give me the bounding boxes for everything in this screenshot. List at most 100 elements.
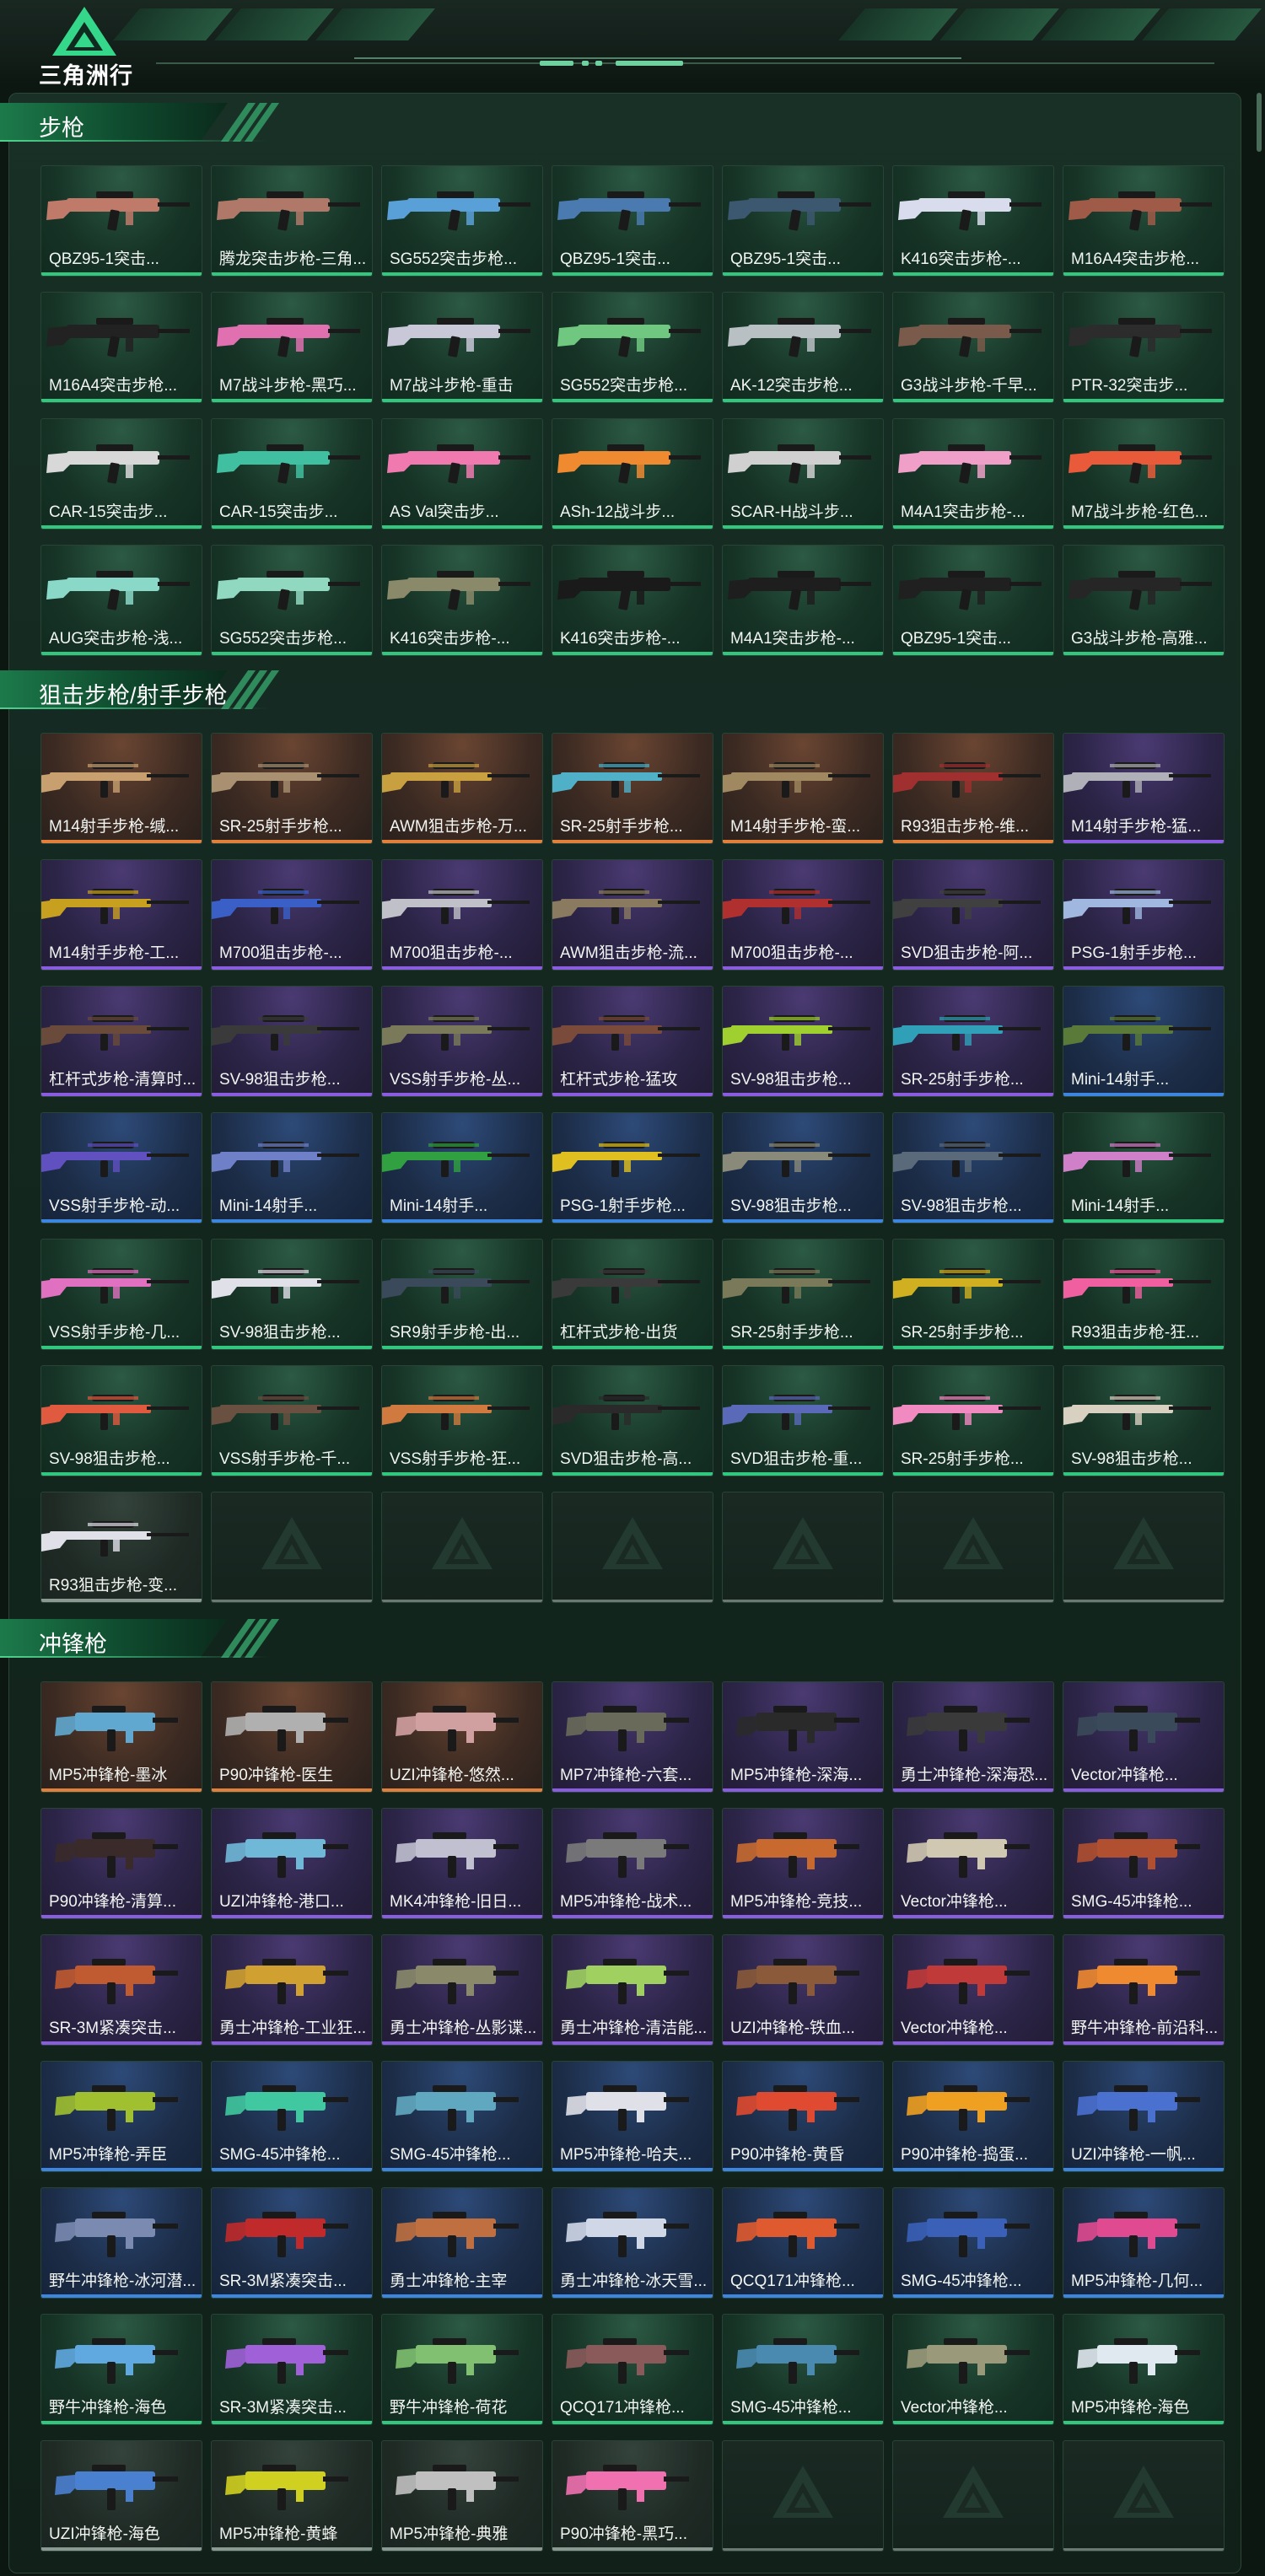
weapon-card[interactable]: SR-3M紧凑突击... (211, 2314, 373, 2425)
weapon-card[interactable]: SG552突击步枪... (381, 165, 543, 277)
weapon-card[interactable]: K416突击步枪-... (552, 545, 713, 656)
weapon-card[interactable]: P90冲锋枪-捣蛋... (892, 2061, 1054, 2172)
weapon-card[interactable]: SR-25射手步枪... (552, 733, 713, 844)
weapon-card[interactable]: PSG-1射手步枪... (1063, 859, 1225, 971)
weapon-card[interactable]: SVD狙击步枪-重... (722, 1365, 884, 1476)
weapon-card[interactable]: MP5冲锋枪-黄蜂 (211, 2440, 373, 2552)
weapon-card[interactable]: UZI冲锋枪-港口... (211, 1808, 373, 1919)
weapon-card[interactable]: ASh-12战斗步... (552, 418, 713, 530)
weapon-card[interactable]: 勇士冲锋枪-主宰 (381, 2187, 543, 2299)
weapon-card[interactable]: QBZ95-1突击... (892, 545, 1054, 656)
weapon-card[interactable]: AUG突击步枪-浅... (40, 545, 202, 656)
weapon-card[interactable]: M4A1突击步枪-... (722, 545, 884, 656)
weapon-card[interactable]: MP5冲锋枪-哈夫... (552, 2061, 713, 2172)
weapon-card[interactable]: Vector冲锋枪... (1063, 1681, 1225, 1793)
weapon-card[interactable]: M14射手步枪-缄... (40, 733, 202, 844)
weapon-card[interactable]: SMG-45冲锋枪... (381, 2061, 543, 2172)
weapon-card[interactable]: SV-98狙击步枪... (211, 986, 373, 1097)
weapon-card[interactable]: QBZ95-1突击... (40, 165, 202, 277)
weapon-card[interactable]: MK4冲锋枪-旧日... (381, 1808, 543, 1919)
weapon-card[interactable]: VSS射手步枪-几... (40, 1239, 202, 1350)
weapon-card[interactable]: AS Val突击步... (381, 418, 543, 530)
weapon-card[interactable]: P90冲锋枪-医生 (211, 1681, 373, 1793)
weapon-card[interactable]: G3战斗步枪-高雅... (1063, 545, 1225, 656)
weapon-card[interactable]: M14射手步枪-工... (40, 859, 202, 971)
weapon-card[interactable]: MP5冲锋枪-战术... (552, 1808, 713, 1919)
weapon-card[interactable]: MP5冲锋枪-几何... (1063, 2187, 1225, 2299)
weapon-card[interactable]: 勇士冲锋枪-深海恐... (892, 1681, 1054, 1793)
weapon-card[interactable]: M7战斗步枪-黑巧... (211, 292, 373, 403)
weapon-card[interactable]: MP5冲锋枪-典雅 (381, 2440, 543, 2552)
weapon-card[interactable]: 野牛冲锋枪-海色 (40, 2314, 202, 2425)
weapon-card[interactable]: SV-98狙击步枪... (40, 1365, 202, 1476)
game-logo[interactable]: 三角洲行动 (34, 3, 152, 121)
weapon-card[interactable]: 勇士冲锋枪-清洁能... (552, 1934, 713, 2046)
weapon-card[interactable]: M700狙击步枪-... (211, 859, 373, 971)
weapon-card[interactable]: P90冲锋枪-清算... (40, 1808, 202, 1919)
weapon-card[interactable]: Mini-14射手... (381, 1112, 543, 1223)
weapon-card[interactable]: PSG-1射手步枪... (552, 1112, 713, 1223)
weapon-card[interactable]: SMG-45冲锋枪... (722, 2314, 884, 2425)
weapon-card[interactable]: SCAR-H战斗步... (722, 418, 884, 530)
weapon-card[interactable]: R93狙击步枪-变... (40, 1492, 202, 1603)
weapon-card[interactable]: 野牛冲锋枪-荷花 (381, 2314, 543, 2425)
weapon-card[interactable]: SMG-45冲锋枪... (1063, 1808, 1225, 1919)
weapon-card[interactable]: UZI冲锋枪-一帆... (1063, 2061, 1225, 2172)
weapon-card[interactable]: SV-98狙击步枪... (1063, 1365, 1225, 1476)
weapon-card[interactable]: MP5冲锋枪-墨冰 (40, 1681, 202, 1793)
weapon-card[interactable]: SR-25射手步枪... (892, 1365, 1054, 1476)
weapon-card[interactable]: M7战斗步枪-红色... (1063, 418, 1225, 530)
weapon-card[interactable]: MP5冲锋枪-弄臣 (40, 2061, 202, 2172)
weapon-card[interactable]: QBZ95-1突击... (722, 165, 884, 277)
weapon-card[interactable]: Vector冲锋枪... (892, 2314, 1054, 2425)
weapon-card[interactable]: SR-25射手步枪... (892, 1239, 1054, 1350)
weapon-card[interactable]: SR-25射手步枪... (722, 1239, 884, 1350)
weapon-card[interactable]: K416突击步枪-... (892, 165, 1054, 277)
weapon-card[interactable]: Vector冲锋枪... (892, 1934, 1054, 2046)
weapon-card[interactable]: SV-98狙击步枪... (211, 1239, 373, 1350)
weapon-card[interactable]: R93狙击步枪-维... (892, 733, 1054, 844)
weapon-card[interactable]: 野牛冲锋枪-冰河潜... (40, 2187, 202, 2299)
weapon-card[interactable]: MP5冲锋枪-海色 (1063, 2314, 1225, 2425)
weapon-card[interactable]: SR-25射手步枪... (892, 986, 1054, 1097)
weapon-card[interactable]: M16A4突击步枪... (1063, 165, 1225, 277)
weapon-card[interactable]: P90冲锋枪-黄昏 (722, 2061, 884, 2172)
weapon-card[interactable]: 野牛冲锋枪-前沿科... (1063, 1934, 1225, 2046)
scrollbar[interactable] (1257, 93, 1262, 152)
weapon-card[interactable]: SMG-45冲锋枪... (892, 2187, 1054, 2299)
weapon-card[interactable]: AWM狙击步枪-万... (381, 733, 543, 844)
weapon-card[interactable]: VSS射手步枪-动... (40, 1112, 202, 1223)
weapon-card[interactable]: K416突击步枪-... (381, 545, 543, 656)
weapon-card[interactable]: UZI冲锋枪-海色 (40, 2440, 202, 2552)
weapon-card[interactable]: MP5冲锋枪-竞技... (722, 1808, 884, 1919)
weapon-card[interactable]: M16A4突击步枪... (40, 292, 202, 403)
weapon-card[interactable]: SR-3M紧凑突击... (40, 1934, 202, 2046)
weapon-card[interactable]: P90冲锋枪-黑巧... (552, 2440, 713, 2552)
weapon-card[interactable]: SR-25射手步枪... (211, 733, 373, 844)
weapon-card[interactable]: QCQ171冲锋枪... (722, 2187, 884, 2299)
weapon-card[interactable]: M700狙击步枪-... (722, 859, 884, 971)
weapon-card[interactable]: 杠杆式步枪-猛攻 (552, 986, 713, 1097)
weapon-card[interactable]: SVD狙击步枪-阿... (892, 859, 1054, 971)
weapon-card[interactable]: Mini-14射手... (1063, 1112, 1225, 1223)
weapon-card[interactable]: Mini-14射手... (1063, 986, 1225, 1097)
weapon-card[interactable]: MP5冲锋枪-深海... (722, 1681, 884, 1793)
weapon-card[interactable]: QBZ95-1突击... (552, 165, 713, 277)
weapon-card[interactable]: M14射手步枪-蛮... (722, 733, 884, 844)
weapon-card[interactable]: SV-98狙击步枪... (722, 986, 884, 1097)
weapon-card[interactable]: SV-98狙击步枪... (892, 1112, 1054, 1223)
weapon-card[interactable]: Mini-14射手... (211, 1112, 373, 1223)
weapon-card[interactable]: Vector冲锋枪... (892, 1808, 1054, 1919)
weapon-card[interactable]: SVD狙击步枪-高... (552, 1365, 713, 1476)
weapon-card[interactable]: PTR-32突击步... (1063, 292, 1225, 403)
weapon-card[interactable]: VSS射手步枪-丛... (381, 986, 543, 1097)
weapon-card[interactable]: VSS射手步枪-狂... (381, 1365, 543, 1476)
weapon-card[interactable]: M4A1突击步枪-... (892, 418, 1054, 530)
weapon-card[interactable]: SMG-45冲锋枪... (211, 2061, 373, 2172)
weapon-card[interactable]: 勇士冲锋枪-冰天雪... (552, 2187, 713, 2299)
weapon-card[interactable]: R93狙击步枪-狂... (1063, 1239, 1225, 1350)
weapon-card[interactable]: 杠杆式步枪-清算时... (40, 986, 202, 1097)
weapon-card[interactable]: SG552突击步枪... (211, 545, 373, 656)
weapon-card[interactable]: UZI冲锋枪-铁血... (722, 1934, 884, 2046)
weapon-card[interactable]: SR-3M紧凑突击... (211, 2187, 373, 2299)
